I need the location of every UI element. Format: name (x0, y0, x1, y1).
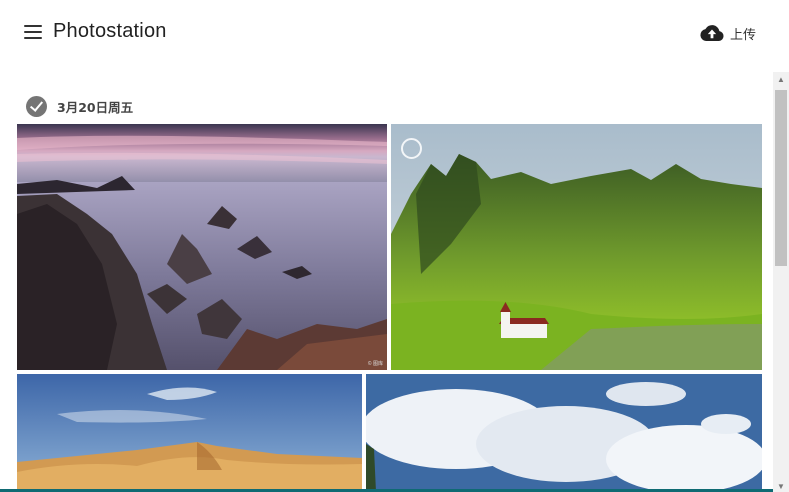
photo-image (17, 124, 387, 370)
photo-clouds-sky[interactable] (366, 374, 762, 492)
app-title: Photostation (53, 20, 167, 42)
photo-coastal-rocks-sunset[interactable]: © 图库 (17, 124, 387, 370)
top-app-bar: Photostation 上传 (0, 0, 789, 64)
gallery-content: 3月20日周五 © 图库 (0, 64, 772, 492)
select-circle-icon[interactable] (401, 138, 422, 159)
date-label: 3月20日周五 (57, 99, 134, 115)
date-group-header: 3月20日周五 (26, 95, 133, 117)
photo-green-mountain-church[interactable] (391, 124, 762, 370)
upload-button[interactable]: 上传 (700, 22, 756, 44)
photo-image (17, 374, 362, 492)
photo-image (366, 374, 762, 492)
scroll-up-icon[interactable]: ▲ (773, 72, 789, 88)
upload-label: 上传 (730, 27, 757, 43)
photo-watermark: © 图库 (367, 361, 383, 367)
scrollbar-thumb[interactable] (775, 90, 787, 266)
vertical-scrollbar[interactable]: ▲ ▼ (773, 72, 789, 492)
cloud-upload-icon (700, 25, 724, 41)
photo-desert-dunes[interactable] (17, 374, 362, 492)
scroll-down-icon[interactable]: ▼ (773, 482, 789, 492)
check-circle-icon[interactable] (26, 95, 47, 117)
photo-image (391, 124, 762, 370)
hamburger-menu-icon[interactable] (22, 22, 44, 42)
